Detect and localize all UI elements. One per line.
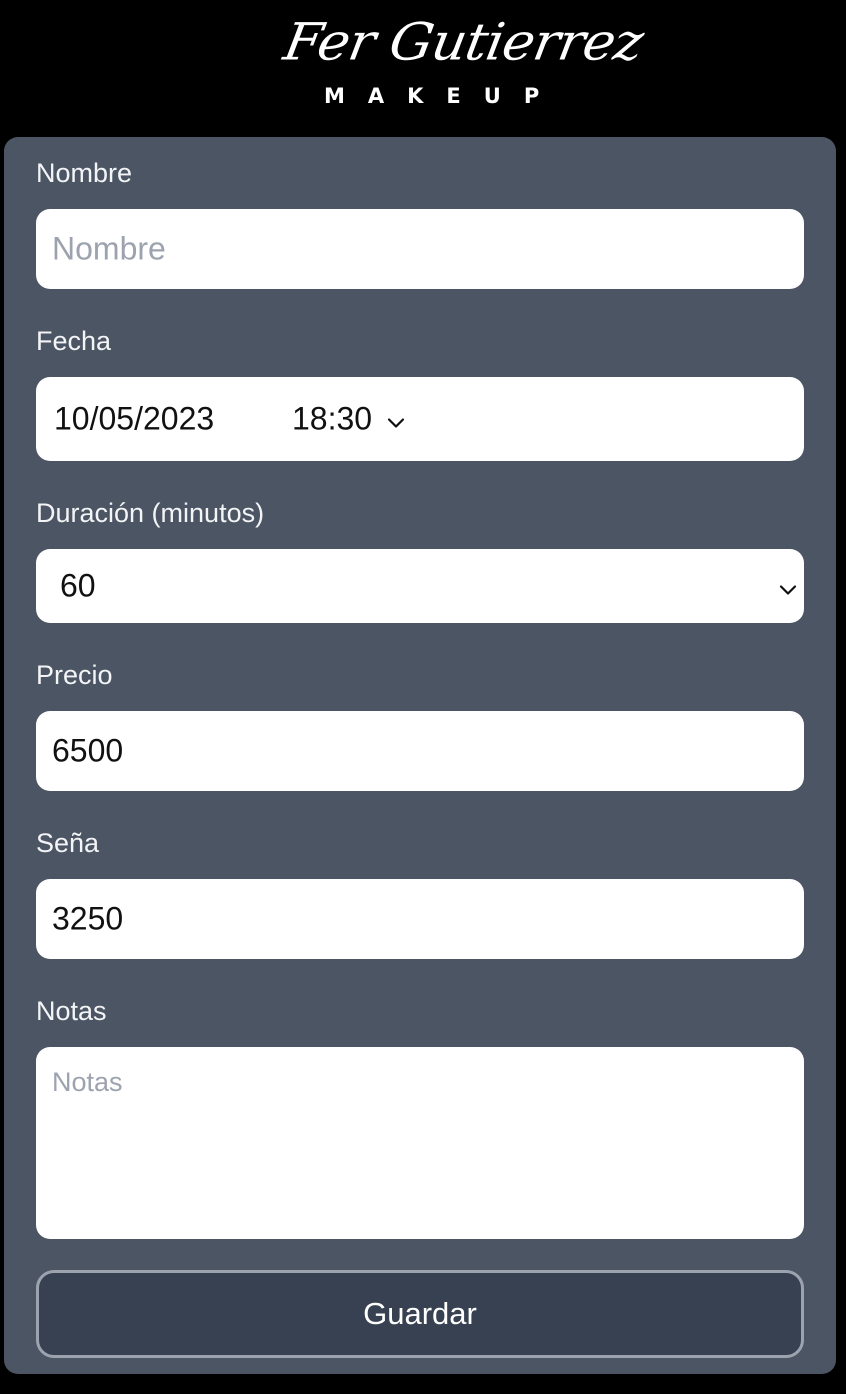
notas-placeholder: Notas: [52, 1067, 123, 1097]
fecha-label: Fecha: [36, 326, 112, 356]
nombre-placeholder: Nombre: [52, 230, 166, 267]
nombre-label: Nombre: [36, 158, 133, 188]
fecha-time-value[interactable]: 18:30: [292, 401, 372, 438]
fecha-date-value[interactable]: 10/05/2023: [54, 401, 214, 438]
duracion-select[interactable]: 60: [36, 549, 804, 623]
precio-input[interactable]: 6500: [36, 711, 804, 791]
duracion-label: Duración (minutos): [36, 498, 265, 528]
notas-label: Notas: [36, 996, 107, 1026]
precio-value: 6500: [52, 732, 124, 769]
guardar-button[interactable]: Guardar: [36, 1270, 804, 1358]
header: Fer Gutierrez MAKEUP: [0, 0, 846, 136]
brand-sub-name: MAKEUP: [324, 84, 563, 108]
precio-label: Precio: [36, 660, 113, 690]
duracion-selected-value: 60: [60, 567, 96, 604]
brand-script-name: Fer Gutierrez: [279, 12, 648, 72]
fecha-datetime-input[interactable]: 10/05/2023 18:30: [36, 377, 804, 461]
appointment-form: Nombre Nombre Fecha 10/05/2023 18:30 Dur…: [4, 137, 836, 1374]
chevron-down-icon[interactable]: [386, 401, 406, 438]
sena-input[interactable]: 3250: [36, 879, 804, 959]
nombre-input[interactable]: Nombre: [36, 209, 804, 289]
chevron-down-icon: [778, 568, 798, 605]
sena-value: 3250: [52, 900, 124, 937]
notas-textarea[interactable]: Notas: [36, 1047, 804, 1239]
brand-logo: Fer Gutierrez MAKEUP: [262, 10, 647, 110]
sena-label: Seña: [36, 828, 100, 858]
